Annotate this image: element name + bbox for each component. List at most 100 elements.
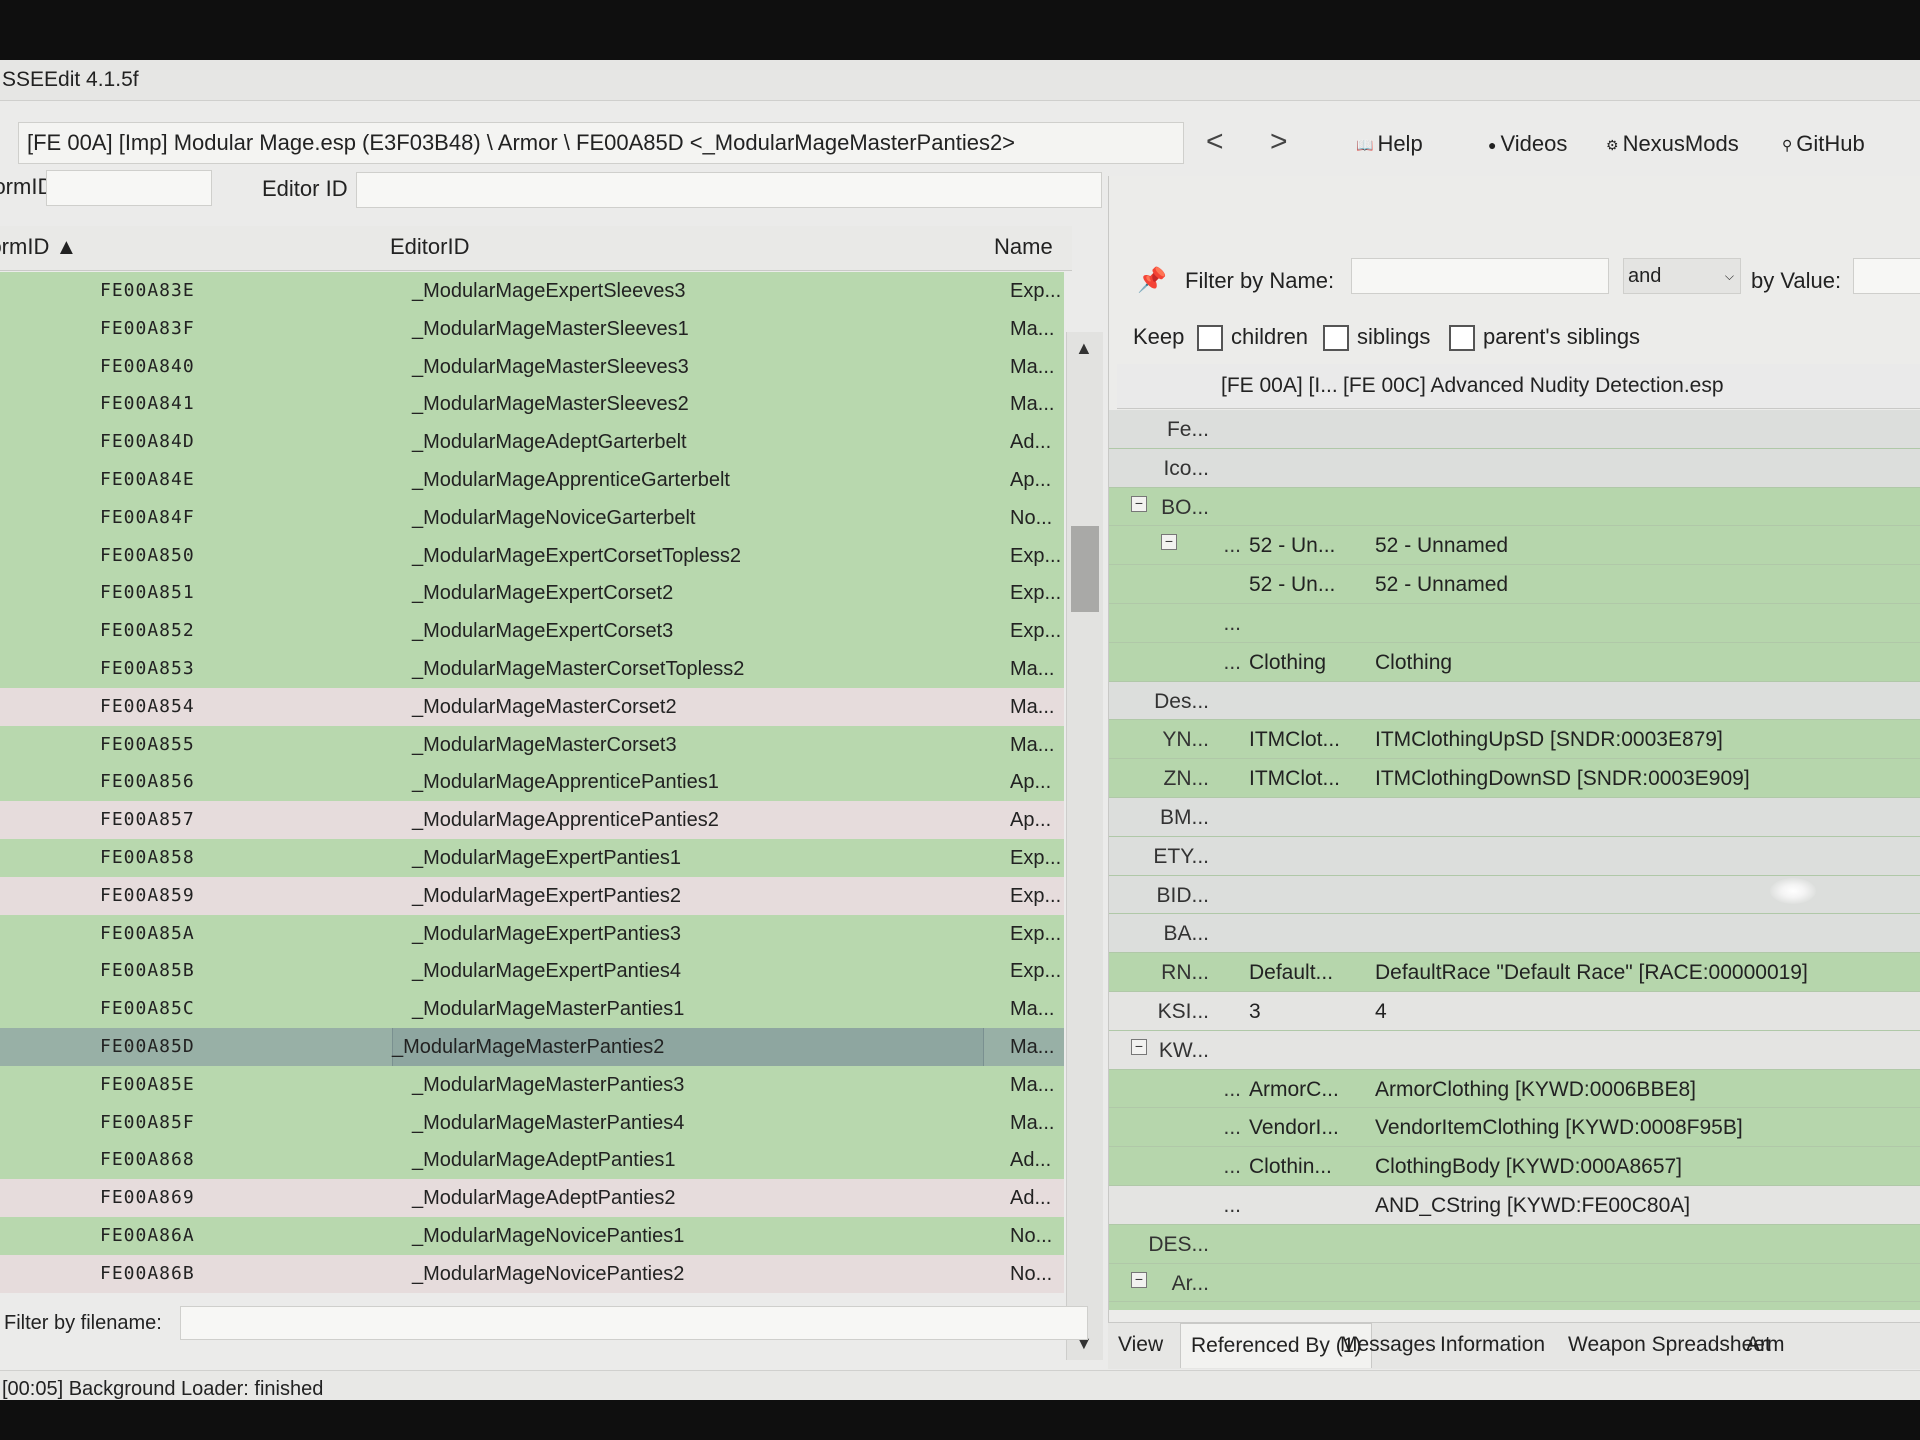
filter-filename-input[interactable] <box>180 1306 1088 1340</box>
record-path[interactable]: [FE 00A] [Imp] Modular Mage.esp (E3F03B4… <box>18 122 1184 164</box>
table-row[interactable]: FE00A853 _ModularMageMasterCorsetTopless2… <box>0 649 1064 688</box>
table-row[interactable]: FE00A851 _ModularMageExpertCorset2 Exp... <box>0 574 1064 613</box>
field-name: BM... <box>1159 805 1209 829</box>
table-row-selected[interactable]: FE00A85D _ModularMageMasterPanties2 Ma... <box>0 1027 1064 1066</box>
formid-input[interactable] <box>46 170 212 206</box>
record-field-row[interactable]: ... ArmorC... ArmorClothing [KYWD:0006BBE8… <box>1109 1069 1920 1109</box>
table-row[interactable]: FE00A869 _ModularMageAdeptPanties2 Ad... <box>0 1179 1064 1217</box>
formid-cell: FE00A852 <box>100 620 195 642</box>
record-field-row[interactable]: − KW... <box>1109 1030 1920 1070</box>
table-row[interactable]: FE00A85A _ModularMageExpertPanties3 Exp... <box>0 914 1064 953</box>
table-row[interactable]: FE00A840 _ModularMageMasterSleeves3 Ma... <box>0 347 1064 386</box>
table-row[interactable]: FE00A857 _ModularMageApprenticePanties2 Ap… <box>0 801 1064 839</box>
scrollbar-thumb[interactable] <box>1071 526 1099 612</box>
table-row[interactable]: FE00A84D _ModularMageAdeptGarterbelt Ad... <box>0 423 1064 461</box>
record-field-row[interactable]: BA... <box>1109 914 1920 954</box>
record-field-row[interactable]: KSI... 3 4 <box>1109 991 1920 1031</box>
record-field-row[interactable]: ... Clothing Clothing <box>1109 642 1920 682</box>
table-row[interactable]: FE00A855 _ModularMageMasterCorset3 Ma... <box>0 725 1064 764</box>
table-row[interactable]: FE00A84E _ModularMageApprenticeGarterbelt… <box>0 460 1064 499</box>
field-name: KW... <box>1158 1038 1209 1062</box>
table-row[interactable]: FE00A850 _ModularMageExpertCorsetTopless2… <box>0 536 1064 575</box>
record-field-row[interactable]: −... 52 - Un... 52 - Unnamed <box>1109 526 1920 566</box>
keep-label: Keep <box>1133 324 1185 349</box>
nexusmods-label: NexusMods <box>1622 131 1739 156</box>
editorid-label: Editor ID <box>262 176 348 201</box>
record-field-row[interactable]: − BO... <box>1109 487 1920 527</box>
editorid-cell: _ModularMageExpertPanties3 <box>412 922 682 945</box>
formid-cell: FE00A85A <box>100 922 195 944</box>
column-plugin-2[interactable]: [FE 00C] Advanced Nudity Detection.esp <box>1343 374 1724 398</box>
name-cell: Ma... <box>1010 998 1055 1021</box>
record-field-row[interactable]: ... <box>1109 603 1920 643</box>
table-row[interactable]: FE00A84F _ModularMageNoviceGarterbelt No..… <box>0 498 1064 537</box>
filter-operator-select[interactable]: and ⌵ <box>1623 258 1741 294</box>
record-field-row[interactable]: − Ar... <box>1109 1263 1920 1303</box>
column-name[interactable]: Name <box>994 234 1053 260</box>
table-row[interactable]: FE00A859 _ModularMageExpertPanties2 Exp... <box>0 876 1064 915</box>
table-row[interactable]: FE00A85E _ModularMageMasterPanties3 Ma... <box>0 1065 1064 1104</box>
record-field-row[interactable]: ... Clothin... ClothingBody [KYWD:000A8657… <box>1109 1147 1920 1186</box>
record-field-row[interactable]: Fe... <box>1109 410 1920 449</box>
table-row[interactable]: FE00A841 _ModularMageMasterSleeves2 Ma... <box>0 385 1064 424</box>
record-field-row[interactable]: BM... <box>1109 797 1920 837</box>
field-name: BO... <box>1161 495 1209 519</box>
filter-by-name-input[interactable] <box>1351 258 1609 294</box>
formid-cell: FE00A83E <box>100 280 195 301</box>
column-formid[interactable]: FormID ▲ <box>0 234 77 260</box>
nexusmods-link[interactable]: ⚙ NexusMods <box>1606 128 1739 161</box>
table-row[interactable]: FE00A858 _ModularMageExpertPanties1 Exp... <box>0 838 1064 877</box>
table-row[interactable]: FE00A86A _ModularMageNovicePanties1 No... <box>0 1216 1064 1255</box>
forward-button[interactable]: > <box>1270 124 1288 160</box>
record-field-row[interactable]: Ico... <box>1109 448 1920 488</box>
formid-cell: FE00A85F <box>100 1111 195 1133</box>
record-field-row[interactable]: ... AND_CString [KYWD:FE00C80A] <box>1109 1185 1920 1225</box>
record-fields: Fe... Ico... − BO... −... 52 - Un... 52 - Unna… <box>1109 410 1920 1310</box>
table-row[interactable]: FE00A854 _ModularMageMasterCorset2 Ma... <box>0 687 1064 726</box>
table-row[interactable]: FE00A83E _ModularMageExpertSleeves3 Exp... <box>0 272 1064 310</box>
field-name: Des... <box>1154 689 1209 713</box>
record-field-row[interactable]: Des... <box>1109 681 1920 721</box>
record-field-row[interactable]: ..._Modul..._ModularMageJourneymanVarian… <box>1109 1302 1920 1310</box>
filter-by-name-label: Filter by Name: <box>1185 268 1335 293</box>
field-name: KSI... <box>1157 999 1209 1023</box>
table-row[interactable]: FE00A83F _ModularMageMasterSleeves1 Ma... <box>0 309 1064 348</box>
tab-view[interactable]: View <box>1108 1323 1173 1367</box>
tab-information[interactable]: Information <box>1430 1323 1555 1367</box>
videos-link[interactable]: ● Videos <box>1488 128 1567 161</box>
record-field-row[interactable]: RN... Default... DefaultRace "Default Race… <box>1109 953 1920 992</box>
editorid-input[interactable] <box>356 172 1102 208</box>
record-field-row[interactable]: DES... <box>1109 1224 1920 1264</box>
table-row[interactable]: FE00A85C _ModularMageMasterPanties1 Ma... <box>0 990 1064 1028</box>
record-field-row[interactable]: ZN... ITMClot... ITMClothingDownSD [SNDR:0… <box>1109 759 1920 798</box>
keep-siblings-checkbox[interactable]: siblings <box>1323 320 1430 354</box>
scroll-up-icon[interactable]: ▲ <box>1075 338 1093 359</box>
keep-parents-siblings-checkbox[interactable]: parent's siblings <box>1449 320 1640 354</box>
table-row[interactable]: FE00A856 _ModularMageApprenticePanties1 Ap… <box>0 763 1064 802</box>
column-editorid[interactable]: EditorID <box>390 234 469 260</box>
formid-cell: FE00A85D <box>100 1035 195 1057</box>
table-row[interactable]: FE00A868 _ModularMageAdeptPanties1 Ad... <box>0 1141 1064 1180</box>
record-field-row[interactable]: YN... ITMClot... ITMClothingUpSD [SNDR:000… <box>1109 720 1920 760</box>
tab-messages[interactable]: Messages <box>1330 1323 1446 1367</box>
formid-cell: FE00A83F <box>100 317 195 339</box>
record-field-row[interactable]: ... VendorI... VendorItemClothing [KYWD:00… <box>1109 1108 1920 1148</box>
help-link[interactable]: 📖 Help <box>1356 128 1423 161</box>
by-value-input[interactable] <box>1853 258 1920 294</box>
table-row[interactable]: FE00A852 _ModularMageExpertCorset3 Exp... <box>0 612 1064 650</box>
record-field-row[interactable]: 52 - Un... 52 - Unnamed <box>1109 565 1920 604</box>
table-row[interactable]: FE00A86B _ModularMageNovicePanties2 No... <box>0 1254 1064 1293</box>
record-field-row[interactable]: ETY... <box>1109 836 1920 876</box>
keep-children-checkbox[interactable]: children <box>1197 320 1308 354</box>
editorid-cell: _ModularMageMasterCorset2 <box>412 695 677 718</box>
back-button[interactable]: < <box>1206 124 1224 160</box>
editorid-cell: _ModularMageExpertPanties4 <box>412 960 682 983</box>
pin-icon[interactable]: 📌 <box>1137 266 1167 295</box>
tab-arm[interactable]: Arm <box>1736 1323 1795 1367</box>
record-list-scrollbar[interactable]: ▲ ▼ <box>1066 332 1103 1360</box>
table-row[interactable]: FE00A85B _ModularMageExpertPanties4 Exp... <box>0 952 1064 991</box>
github-link[interactable]: ⚲ GitHub <box>1782 128 1865 161</box>
table-row[interactable]: FE00A85F _ModularMageMasterPanties4 Ma... <box>0 1103 1064 1142</box>
book-icon: 📖 <box>1356 137 1374 154</box>
column-plugin-1[interactable]: [FE 00A] [I... <box>1221 374 1338 398</box>
